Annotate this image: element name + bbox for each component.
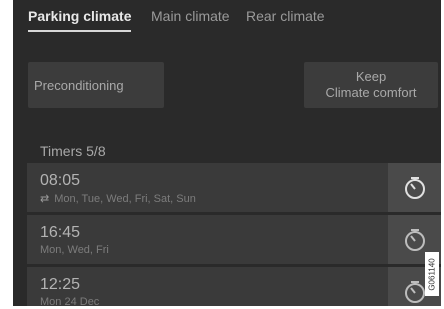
keep-climate-comfort-button[interactable]: Keep Climate comfort bbox=[304, 62, 438, 108]
timer-clock-icon bbox=[404, 228, 425, 251]
timer-toggle-button[interactable] bbox=[388, 163, 441, 212]
timer-days: ⇄ Mon, Tue, Wed, Fri, Sat, Sun bbox=[40, 192, 196, 205]
timer-days-text: Mon, Tue, Wed, Fri, Sat, Sun bbox=[54, 193, 196, 205]
preconditioning-label: Preconditioning bbox=[34, 77, 124, 93]
timer-time: 16:45 bbox=[40, 224, 81, 241]
timer-time: 08:05 bbox=[40, 172, 81, 189]
tab-parking-climate[interactable]: Parking climate bbox=[28, 8, 132, 24]
preconditioning-button[interactable]: Preconditioning bbox=[28, 62, 164, 108]
figure-code-text: G061140 bbox=[427, 257, 437, 291]
timer-row[interactable]: 16:45 Mon, Wed, Fri bbox=[27, 215, 392, 264]
figure-reference-code: G061140 bbox=[425, 252, 439, 296]
keep-label-line2: Climate comfort bbox=[325, 85, 417, 100]
timer-days-text: Mon 24 Dec bbox=[40, 296, 100, 306]
climate-screen: Parking climate Main climate Rear climat… bbox=[13, 0, 441, 306]
timers-heading: Timers 5/8 bbox=[40, 143, 106, 159]
tab-main-climate[interactable]: Main climate bbox=[151, 8, 230, 24]
timer-days: Mon 24 Dec bbox=[40, 296, 99, 306]
active-tab-indicator bbox=[28, 30, 131, 32]
climate-tabs: Parking climate Main climate Rear climat… bbox=[13, 8, 441, 34]
timer-time: 12:25 bbox=[40, 276, 81, 293]
timer-clock-icon bbox=[404, 280, 425, 303]
tab-rear-climate[interactable]: Rear climate bbox=[246, 8, 325, 24]
repeat-icon: ⇄ bbox=[40, 193, 50, 205]
timer-days: Mon, Wed, Fri bbox=[40, 244, 109, 256]
timer-clock-icon bbox=[404, 176, 425, 199]
timer-days-text: Mon, Wed, Fri bbox=[40, 244, 109, 256]
timer-row[interactable]: 12:25 Mon 24 Dec bbox=[27, 267, 392, 306]
keep-label-line1: Keep bbox=[355, 69, 387, 84]
timer-row[interactable]: 08:05 ⇄ Mon, Tue, Wed, Fri, Sat, Sun bbox=[27, 163, 392, 212]
